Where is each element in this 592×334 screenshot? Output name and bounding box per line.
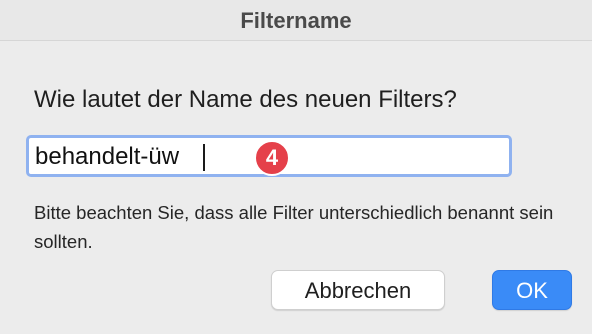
step-number-badge: 4 (254, 140, 290, 176)
filter-name-dialog: Filtername Wie lautet der Name des neuen… (0, 0, 592, 334)
ok-button[interactable]: OK (492, 270, 572, 310)
cancel-button[interactable]: Abbrechen (271, 270, 445, 310)
filter-name-hint: Bitte beachten Sie, dass alle Filter unt… (34, 202, 554, 252)
text-caret (203, 144, 205, 171)
dialog-title: Filtername (240, 8, 352, 33)
filter-name-prompt: Wie lautet der Name des neuen Filters? (34, 86, 457, 113)
dialog-titlebar: Filtername (0, 0, 592, 41)
